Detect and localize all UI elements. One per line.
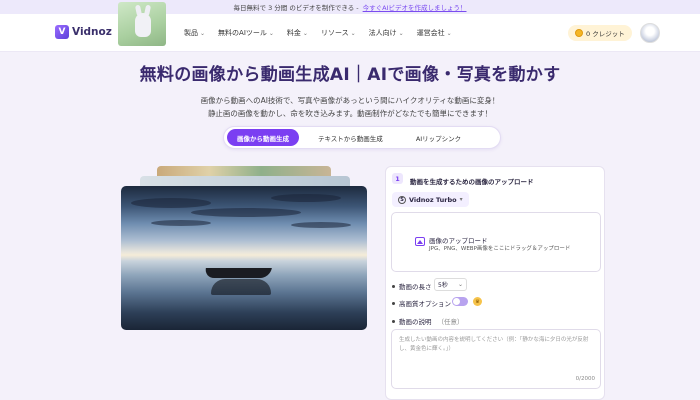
- crown-icon: ♛: [473, 297, 482, 306]
- chevron-down-icon: ⌄: [350, 29, 356, 37]
- model-value: Vidnoz Turbo: [409, 195, 457, 204]
- tab-text-to-video[interactable]: テキストから動画生成: [303, 129, 398, 146]
- description-textarea[interactable]: 生成したい動画の内容を説明してください（例：「静かな海に夕日の光が反射し、黄金色…: [391, 329, 601, 389]
- coin-icon: [575, 29, 583, 37]
- description-row: 動画の説明 （任意）: [392, 316, 464, 326]
- image-upload-icon: [415, 237, 425, 246]
- chevron-down-icon: ▾: [459, 196, 463, 203]
- chevron-down-icon: ⌄: [446, 29, 452, 37]
- chevron-down-icon: ⌄: [457, 281, 463, 288]
- hq-toggle[interactable]: [452, 297, 468, 306]
- upload-panel: 1 動画を生成するための画像のアップロード S Vidnoz Turbo ▾ 画…: [385, 166, 605, 400]
- credit-text: 0 クレジット: [586, 30, 625, 38]
- duration-value: 5秒: [438, 282, 448, 289]
- nav-item-products[interactable]: 製品 ⌄: [184, 28, 205, 38]
- nav-item-free-ai-tools[interactable]: 無料のAIツール ⌄: [218, 28, 274, 38]
- nav-item-pricing[interactable]: 料金 ⌄: [287, 28, 308, 38]
- chevron-down-icon: ⌄: [200, 29, 206, 37]
- announcement-text: 毎日無料で 3 分間 のビデオを制作できる -: [233, 4, 359, 12]
- hq-row: 高画質オプション: [392, 298, 451, 308]
- logo-text: Vidnoz: [72, 26, 112, 38]
- nav-item-resources[interactable]: リソース ⌄: [321, 28, 356, 38]
- panel-title: 動画を生成するための画像のアップロード: [410, 178, 534, 186]
- credit-badge[interactable]: 0 クレジット: [568, 25, 632, 41]
- chevron-down-icon: ⌄: [302, 29, 308, 37]
- announcement-bar: 毎日無料で 3 分間 のビデオを制作できる - 今すぐAIビデオを作成しましょう…: [0, 0, 700, 14]
- nav-menu: 製品 ⌄ 無料のAIツール ⌄ 料金 ⌄ リソース ⌄ 法人向け ⌄ 運営会社 ⌄: [184, 28, 452, 38]
- description-label: 動画の説明: [399, 318, 432, 326]
- bunny-illustration: [118, 2, 166, 46]
- user-avatar[interactable]: [640, 23, 660, 43]
- tab-image-to-video[interactable]: 画像から動画生成: [227, 129, 299, 146]
- logo-icon: V: [55, 25, 69, 39]
- nav-item-business[interactable]: 法人向け ⌄: [369, 28, 404, 38]
- duration-label: 動画の長さ: [399, 283, 432, 291]
- mode-tabs: 画像から動画生成 テキストから動画生成 AIリップシンク: [223, 126, 501, 149]
- model-select[interactable]: S Vidnoz Turbo ▾: [392, 192, 469, 207]
- hq-label: 高画質オプション: [399, 300, 451, 308]
- duration-row: 動画の長さ: [392, 281, 432, 291]
- upload-hint: JPG、PNG、WEBP画像をここにドラッグ＆アップロード: [429, 246, 571, 252]
- chevron-down-icon: ⌄: [268, 29, 274, 37]
- model-icon: S: [398, 195, 406, 204]
- duration-select[interactable]: 5秒 ⌄: [434, 278, 467, 291]
- logo[interactable]: V Vidnoz: [55, 25, 112, 39]
- page-subtitle-line-1: 画像から動画へのAI技術で、写真や画像があっという間にハイクオリティな動画に変身…: [200, 96, 500, 105]
- sample-image-sunset-boat: [121, 186, 367, 330]
- step-number-badge: 1: [392, 173, 403, 184]
- top-navigation: V Vidnoz 製品 ⌄ 無料のAIツール ⌄ 料金 ⌄ リソース ⌄ 法人向け ⌄ 運…: [0, 14, 700, 52]
- page-title: 無料の画像から動画生成AI｜AIで画像・写真を動かす: [139, 65, 561, 85]
- description-optional: （任意）: [437, 318, 464, 326]
- image-upload-dropzone[interactable]: 画像のアップロード JPG、PNG、WEBP画像をここにドラッグ＆アップロード: [391, 212, 601, 272]
- chevron-down-icon: ⌄: [398, 29, 404, 37]
- tab-ai-lipsync[interactable]: AIリップシンク: [402, 129, 475, 146]
- announcement-link[interactable]: 今すぐAIビデオを作成しましょう！: [363, 2, 467, 12]
- nav-item-company[interactable]: 運営会社 ⌄: [417, 28, 452, 38]
- page-subtitle-line-2: 静止画の画像を動かし、命を吹き込みます。動画制作がどなたでも簡単にできます！: [207, 109, 493, 118]
- character-counter: 0/2000: [575, 376, 595, 382]
